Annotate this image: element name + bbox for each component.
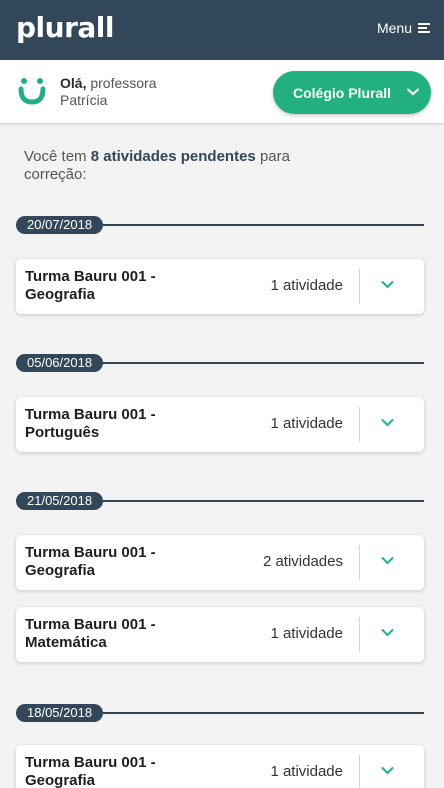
school-select-button[interactable]: Colégio Plurall [273,71,431,114]
card-divider [359,545,360,580]
greeting-name: Patrícia [60,92,108,108]
card-title: Turma Bauru 001 - Geografia [25,544,225,580]
hamburger-icon [418,23,430,33]
activity-count: 1 atividade [270,763,343,780]
activity-card[interactable]: Turma Bauru 001 - Matemática 1 atividade [16,607,424,662]
activity-count: 1 atividade [270,625,343,642]
class-name: Turma Bauru 001 - [25,616,156,633]
chevron-down-icon [407,88,419,96]
card-title: Turma Bauru 001 - Português [25,406,225,442]
activity-card[interactable]: Turma Bauru 001 - Português 1 atividade [16,397,424,452]
date-badge: 20/07/2018 [16,216,104,234]
chevron-down-icon[interactable] [381,556,394,565]
chevron-down-icon[interactable] [381,766,394,775]
greeting-hello: Olá, [60,75,87,91]
card-divider [359,407,360,442]
activity-card[interactable]: Turma Bauru 001 - Geografia 1 atividade [16,259,424,314]
summary-prefix: Você tem [24,148,87,165]
class-name: Turma Bauru 001 - [25,406,156,423]
menu-button[interactable]: Menu [377,20,430,36]
card-title: Turma Bauru 001 - Geografia [25,754,225,788]
card-divider [359,755,360,788]
class-name: Turma Bauru 001 - [25,754,156,771]
summary-highlight: 8 atividades pendentes [90,148,256,165]
activity-card[interactable]: Turma Bauru 001 - Geografia 2 atividades [16,535,424,590]
subject-name: Matemática [25,634,107,651]
class-name: Turma Bauru 001 - [25,544,156,561]
activity-count: 2 atividades [262,553,343,570]
class-name: Turma Bauru 001 - [25,268,156,285]
date-badge: 21/05/2018 [16,492,104,510]
greeting-role: professora [90,75,157,91]
card-divider [359,617,360,652]
plurall-logo[interactable]: plurall [16,12,114,44]
subject-name: Geografia [25,286,96,303]
activity-card[interactable]: Turma Bauru 001 - Geografia 1 atividade [16,745,424,788]
subject-name: Português [25,424,100,441]
subject-name: Geografia [25,562,96,579]
school-name: Colégio Plurall [293,84,392,101]
card-title: Turma Bauru 001 - Geografia [25,268,225,304]
menu-label: Menu [376,20,412,36]
date-badge: 18/05/2018 [16,704,104,722]
greeting-text: Olá, professora Patrícia [60,75,157,109]
pending-summary: Você tem 8 atividades pendentes para cor… [24,148,334,184]
chevron-down-icon[interactable] [381,280,394,289]
card-title: Turma Bauru 001 - Matemática [25,616,225,652]
chevron-down-icon[interactable] [381,418,394,427]
smile-icon [18,78,46,105]
top-header: plurall Menu [0,0,444,60]
activity-count: 1 atividade [270,415,343,432]
card-divider [359,269,360,304]
subject-name: Geografia [25,772,96,788]
activity-count: 1 atividade [270,277,343,294]
chevron-down-icon[interactable] [381,628,394,637]
date-badge: 05/06/2018 [16,354,104,372]
